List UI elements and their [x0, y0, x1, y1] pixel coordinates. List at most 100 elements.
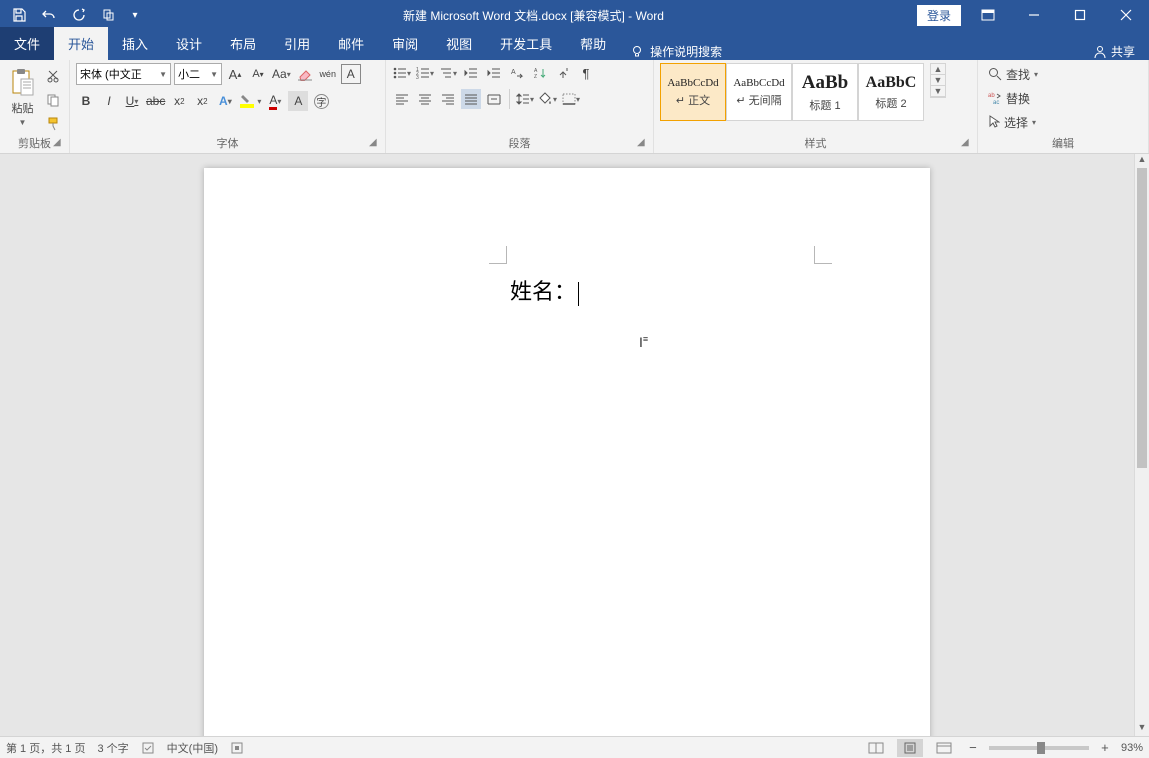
- word-count-status[interactable]: 3 个字: [97, 740, 128, 756]
- qat-more-button[interactable]: ▾: [126, 2, 144, 28]
- zoom-level[interactable]: 93%: [1121, 742, 1143, 754]
- gallery-more-button[interactable]: ▼: [931, 86, 945, 97]
- zoom-slider[interactable]: [989, 746, 1089, 750]
- qat-customize-button[interactable]: [96, 2, 122, 28]
- minimize-button[interactable]: [1011, 0, 1057, 30]
- document-text[interactable]: 姓名：: [510, 274, 579, 306]
- align-center-button[interactable]: [415, 89, 435, 109]
- character-shading-button[interactable]: A: [288, 91, 308, 111]
- gallery-down-button[interactable]: ▼: [931, 75, 945, 86]
- vertical-scrollbar[interactable]: ▲ ▼: [1134, 154, 1149, 736]
- superscript-button[interactable]: x2: [192, 91, 212, 111]
- increase-indent-button[interactable]: [484, 63, 504, 83]
- font-size-combo[interactable]: 小二▼: [174, 63, 222, 85]
- subscript-button[interactable]: x2: [169, 91, 189, 111]
- style-item-3[interactable]: AaBbC标题 2: [858, 63, 924, 121]
- text-effects-button[interactable]: A▾: [215, 91, 235, 111]
- redo-button[interactable]: [66, 2, 92, 28]
- phonetic-guide-button[interactable]: wén: [318, 64, 338, 84]
- highlight-button[interactable]: ▾: [238, 91, 262, 111]
- align-right-button[interactable]: [438, 89, 458, 109]
- style-item-1[interactable]: AaBbCcDd↵ 无间隔: [726, 63, 792, 121]
- decrease-indent-button[interactable]: [461, 63, 481, 83]
- paragraph-marks-button[interactable]: ¶: [576, 63, 596, 83]
- cut-button[interactable]: [43, 66, 63, 86]
- maximize-button[interactable]: [1057, 0, 1103, 30]
- font-name-combo[interactable]: 宋体 (中文正▼: [76, 63, 171, 85]
- grow-font-button[interactable]: A▴: [225, 64, 245, 84]
- save-button[interactable]: [6, 2, 32, 28]
- tab-home[interactable]: 开始: [54, 27, 108, 60]
- document-page[interactable]: 姓名： I≡: [204, 168, 930, 736]
- shrink-font-button[interactable]: A▾: [248, 64, 268, 84]
- distributed-button[interactable]: [484, 89, 504, 109]
- styles-dialog-launcher[interactable]: ◢: [961, 137, 975, 151]
- font-dialog-launcher[interactable]: ◢: [369, 137, 383, 151]
- bold-button[interactable]: B: [76, 91, 96, 111]
- tab-view[interactable]: 视图: [432, 27, 486, 60]
- tab-references[interactable]: 引用: [270, 27, 324, 60]
- scroll-up-button[interactable]: ▲: [1135, 154, 1149, 168]
- tab-review[interactable]: 审阅: [378, 27, 432, 60]
- clear-formatting-button[interactable]: [295, 64, 315, 84]
- shading-button[interactable]: ▾: [538, 89, 558, 109]
- change-case-button[interactable]: Aa▾: [271, 64, 292, 84]
- copy-button[interactable]: [43, 90, 63, 110]
- tab-layout[interactable]: 布局: [216, 27, 270, 60]
- tab-help[interactable]: 帮助: [566, 27, 620, 60]
- ribbon: 粘贴 ▼ 剪贴板 ◢ 宋体 (中文正▼ 小二▼ A▴ A▾ Aa▾ wén A: [0, 60, 1149, 154]
- paste-button[interactable]: 粘贴 ▼: [6, 63, 39, 131]
- tell-me-search[interactable]: 操作说明搜索: [620, 43, 732, 60]
- tab-design[interactable]: 设计: [162, 27, 216, 60]
- line-spacing-button[interactable]: ▾: [515, 89, 535, 109]
- italic-button[interactable]: I: [99, 91, 119, 111]
- scroll-down-button[interactable]: ▼: [1135, 722, 1149, 736]
- tab-mailings[interactable]: 邮件: [324, 27, 378, 60]
- login-button[interactable]: 登录: [917, 5, 961, 26]
- numbering-button[interactable]: 123▾: [415, 63, 435, 83]
- font-color-button[interactable]: A▾: [265, 91, 285, 111]
- ribbon-display-button[interactable]: [965, 0, 1011, 30]
- show-marks-button[interactable]: [553, 63, 573, 83]
- undo-button[interactable]: [36, 2, 62, 28]
- zoom-slider-knob[interactable]: [1037, 742, 1045, 754]
- select-button[interactable]: 选择▾: [984, 111, 1040, 133]
- tab-insert[interactable]: 插入: [108, 27, 162, 60]
- underline-button[interactable]: U▾: [122, 91, 142, 111]
- person-icon: [1093, 45, 1107, 59]
- tab-file[interactable]: 文件: [0, 27, 54, 60]
- find-button[interactable]: 查找▾: [984, 63, 1042, 85]
- clipboard-dialog-launcher[interactable]: ◢: [53, 137, 67, 151]
- scroll-thumb[interactable]: [1137, 168, 1147, 468]
- multilevel-list-button[interactable]: ▾: [438, 63, 458, 83]
- enclose-characters-button[interactable]: 字: [311, 91, 331, 111]
- sort-button[interactable]: AZ: [530, 63, 550, 83]
- zoom-out-button[interactable]: −: [965, 740, 981, 755]
- close-button[interactable]: [1103, 0, 1149, 30]
- bullets-button[interactable]: ▾: [392, 63, 412, 83]
- replace-button[interactable]: abac替换: [984, 87, 1034, 109]
- page-number-status[interactable]: 第 1 页，共 1 页: [6, 740, 85, 756]
- web-layout-button[interactable]: [931, 739, 957, 757]
- spell-check-icon[interactable]: [141, 741, 155, 755]
- borders-button[interactable]: ▾: [561, 89, 581, 109]
- format-painter-button[interactable]: [43, 114, 63, 134]
- align-left-button[interactable]: [392, 89, 412, 109]
- chevron-down-icon: ▼: [19, 118, 27, 127]
- macro-icon[interactable]: [230, 741, 244, 755]
- style-item-0[interactable]: AaBbCcDd↵ 正文: [660, 63, 726, 121]
- ltr-direction-button[interactable]: A: [507, 63, 527, 83]
- gallery-up-button[interactable]: ▲: [931, 64, 945, 75]
- styles-gallery[interactable]: AaBbCcDd↵ 正文AaBbCcDd↵ 无间隔AaBb标题 1AaBbC标题…: [660, 63, 924, 121]
- justify-button[interactable]: [461, 89, 481, 109]
- print-layout-button[interactable]: [897, 739, 923, 757]
- zoom-in-button[interactable]: +: [1097, 740, 1113, 755]
- share-button[interactable]: 共享: [1079, 43, 1149, 60]
- read-mode-button[interactable]: [863, 739, 889, 757]
- style-item-2[interactable]: AaBb标题 1: [792, 63, 858, 121]
- language-status[interactable]: 中文(中国): [167, 740, 218, 756]
- tab-developer[interactable]: 开发工具: [486, 27, 566, 60]
- character-border-button[interactable]: A: [341, 64, 361, 84]
- paragraph-dialog-launcher[interactable]: ◢: [637, 137, 651, 151]
- strikethrough-button[interactable]: abc: [145, 91, 166, 111]
